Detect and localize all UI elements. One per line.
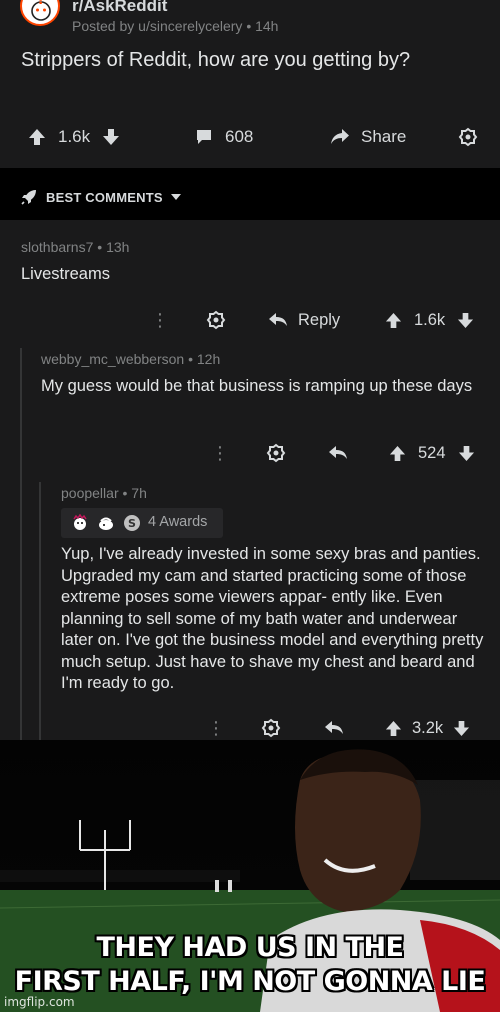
reply-button[interactable]: Reply — [268, 307, 340, 333]
comment-meta: webby_mc_webberson • 12h — [41, 351, 220, 367]
reply-button[interactable] — [328, 440, 348, 466]
comment-meta: poopellar • 7h — [61, 485, 147, 501]
award-icon — [458, 127, 478, 147]
svg-text:?: ? — [37, 0, 45, 8]
comment-action-bar: ⋮ Reply 1.6k — [0, 307, 500, 333]
comment-body: Livestreams — [21, 265, 110, 283]
reply-icon — [325, 721, 343, 734]
vote-group: 1.6k — [28, 120, 120, 154]
upvote-icon[interactable] — [385, 720, 402, 737]
comment-author[interactable]: webby_mc_webberson — [41, 351, 184, 367]
comment-action-bar: ⋮ 3.2k — [0, 715, 500, 741]
post-title[interactable]: Strippers of Reddit, how are you getting… — [21, 49, 410, 72]
reply-icon — [329, 446, 347, 459]
reply-icon — [269, 313, 287, 326]
downvote-icon[interactable] — [457, 312, 474, 329]
awards-count: 4 Awards — [148, 514, 208, 530]
watermark: imgflip.com — [4, 995, 75, 1009]
award-icon[interactable] — [261, 715, 281, 741]
meta-separator: • — [188, 351, 197, 367]
more-options-icon[interactable]: ⋮ — [207, 715, 225, 741]
section-divider — [0, 168, 500, 180]
comment-thread: slothbarns7 • 13h Livestreams ⋮ Reply 1.… — [0, 220, 500, 740]
question-mark-icon: ? — [31, 0, 51, 21]
comment-body: Yup, I've already invested in some sexy … — [61, 545, 484, 692]
subreddit-avatar[interactable]: ? — [20, 0, 60, 26]
vote-group: 3.2k — [385, 715, 470, 741]
facepalm-award-icon — [99, 517, 113, 530]
downvote-icon[interactable] — [102, 128, 120, 146]
comment-age: 13h — [106, 239, 130, 255]
rocket-icon — [21, 190, 36, 205]
post-meta: Posted by u/sincerelycelery • 14h — [72, 18, 278, 34]
downvote-icon[interactable] — [458, 445, 475, 462]
downvote-icon[interactable] — [453, 720, 470, 737]
award-button[interactable] — [458, 120, 478, 154]
wholesome-award-icon — [73, 514, 87, 530]
reply-label: Reply — [298, 310, 341, 329]
comment-score: 1.6k — [414, 310, 446, 329]
sort-label: BEST COMMENTS — [46, 189, 163, 205]
award-icon[interactable] — [206, 307, 226, 333]
comment-count: 608 — [225, 127, 254, 146]
reply-button[interactable] — [324, 715, 344, 741]
vote-group: 1.6k — [385, 307, 474, 333]
subreddit-name[interactable]: r/AskReddit — [72, 0, 167, 16]
post-action-bar: 1.6k 608 Share — [0, 120, 500, 154]
thread-line[interactable] — [39, 482, 41, 740]
share-label: Share — [361, 127, 407, 146]
comment-action-bar: ⋮ 524 — [0, 440, 500, 466]
award-icon[interactable] — [266, 440, 286, 466]
meta-separator: • — [97, 239, 107, 255]
vote-group: 524 — [389, 440, 475, 466]
more-options-icon[interactable]: ⋮ — [151, 307, 169, 333]
svg-text:S: S — [128, 517, 136, 530]
chevron-down-icon — [170, 194, 181, 200]
share-button[interactable]: Share — [330, 120, 406, 154]
post-age: 14h — [255, 18, 279, 34]
comments-button[interactable]: 608 — [195, 120, 253, 154]
meta-separator: • — [122, 485, 132, 501]
meme-image: THEY HAD US IN THE FIRST HALF, I'M NOT G… — [0, 740, 500, 1012]
comment-score: 3.2k — [412, 718, 444, 737]
meme-caption-line2: FIRST HALF, I'M NOT GONNA LIE — [14, 966, 486, 997]
share-icon — [331, 129, 349, 144]
comment-author[interactable]: slothbarns7 — [21, 239, 93, 255]
comment-score: 524 — [418, 443, 446, 462]
upvote-icon[interactable] — [385, 312, 402, 329]
upvote-icon[interactable] — [389, 445, 406, 462]
post-score: 1.6k — [58, 127, 91, 146]
comment-author[interactable]: poopellar — [61, 485, 119, 501]
comment-icon — [197, 130, 211, 144]
comment-age: 12h — [196, 351, 221, 367]
post-author[interactable]: Posted by u/sincerelycelery — [72, 18, 242, 34]
comment-meta: slothbarns7 • 13h — [21, 239, 129, 255]
silver-award-icon: S — [124, 515, 140, 531]
comment-age: 7h — [131, 485, 147, 501]
more-options-icon[interactable]: ⋮ — [211, 440, 229, 466]
post-card: ? r/AskReddit Posted by u/sincerelyceler… — [0, 0, 500, 168]
meme-caption-line1: THEY HAD US IN THE — [96, 932, 404, 963]
comment-body: My guess would be that business is rampi… — [41, 377, 473, 395]
awards-pill[interactable]: S 4 Awards — [61, 508, 223, 538]
thread-line[interactable] — [20, 348, 22, 740]
comment-sort-bar[interactable]: BEST COMMENTS — [0, 180, 500, 214]
meta-separator: • — [246, 18, 256, 34]
upvote-icon[interactable] — [28, 128, 46, 146]
